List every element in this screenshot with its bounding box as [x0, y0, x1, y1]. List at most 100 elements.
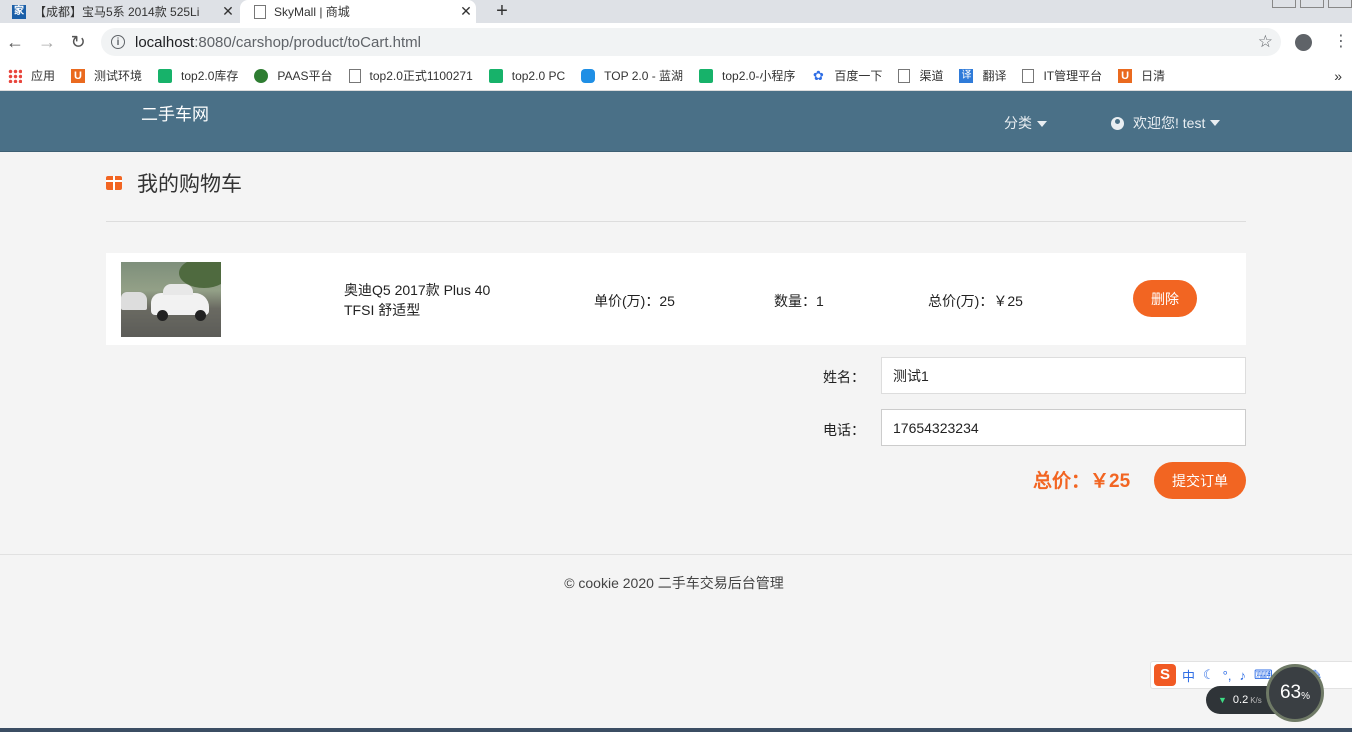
bookmark-item[interactable]: 渠道	[898, 67, 943, 84]
forward-arrow-icon[interactable]: →	[37, 32, 57, 52]
cpu-value: 63	[1279, 682, 1302, 703]
bookmark-item[interactable]: IT管理平台	[1022, 67, 1102, 84]
bookmark-item[interactable]: top2.0正式1100271	[348, 67, 473, 84]
new-tab-button[interactable]: +	[492, 0, 512, 23]
close-icon[interactable]: ✕	[218, 3, 238, 20]
sogou-logo-icon[interactable]: S	[1154, 664, 1176, 686]
maximize-icon[interactable]	[1300, 0, 1324, 8]
close-icon[interactable]: ✕	[456, 3, 476, 20]
doc-icon	[348, 68, 361, 83]
bookmark-item[interactable]: 译翻译	[959, 67, 1006, 84]
caret-down-icon	[1037, 121, 1047, 128]
bookmark-label: IT管理平台	[1043, 69, 1103, 83]
page-heading: 我的购物车	[106, 168, 242, 198]
nav-user-dropdown[interactable]: 欢迎您! test	[1111, 113, 1221, 133]
punctuation-icon[interactable]: °,	[1223, 668, 1232, 683]
browser-tabstrip: 家 【成都】宝马5系 2014款 525Li ✕ SkyMall | 商城 ✕ …	[0, 0, 1352, 23]
url-host: localhost	[135, 33, 195, 51]
caret-down-icon	[1210, 120, 1221, 126]
phone-field[interactable]	[881, 409, 1246, 446]
submit-order-button[interactable]: 提交订单	[1154, 462, 1246, 499]
url-path: :8080/carshop/product/toCart.html	[194, 33, 421, 51]
cart-item-row: 奥迪Q5 2017款 Plus 40 TFSI 舒适型 单价(万)：25 数量：…	[106, 253, 1246, 345]
bookmark-item[interactable]: top2.0-小程序	[699, 67, 795, 84]
browser-tab-active[interactable]: SkyMall | 商城 ✕	[240, 0, 476, 23]
bookmark-label: top2.0-小程序	[722, 69, 796, 83]
page-title: 我的购物车	[137, 173, 242, 196]
gift-icon	[106, 176, 122, 190]
paw-icon: ✿	[812, 67, 824, 83]
fish-icon	[581, 68, 596, 83]
close-window-icon[interactable]	[1328, 0, 1352, 8]
page-favicon-icon	[254, 4, 266, 19]
translate-icon: 译	[959, 68, 974, 83]
nav-category-label: 分类	[1004, 115, 1032, 131]
bookmark-label: top2.0 PC	[511, 68, 566, 83]
bookmark-item[interactable]: TOP 2.0 - 蓝湖	[581, 67, 683, 84]
home-favicon-icon: 家	[12, 4, 26, 19]
bookmark-label: TOP 2.0 - 蓝湖	[604, 69, 684, 83]
ime-language[interactable]: 中	[1182, 666, 1195, 685]
site-brand[interactable]: 二手车网	[141, 100, 209, 125]
bookmark-label: 应用	[31, 69, 56, 83]
name-field[interactable]	[881, 357, 1246, 394]
bookmark-item[interactable]: PAAS平台	[254, 67, 333, 84]
bookmark-item[interactable]: U 日清	[1118, 67, 1165, 84]
apps-icon	[8, 68, 22, 83]
nav-user-label: 欢迎您! test	[1133, 115, 1206, 131]
bookmark-label: 测试环境	[94, 69, 143, 83]
site-header: 二手车网 分类 欢迎您! test	[0, 91, 1352, 152]
minimize-icon[interactable]	[1272, 0, 1296, 8]
browser-tab[interactable]: 家 【成都】宝马5系 2014款 525Li ✕	[0, 0, 238, 23]
menu-dots-icon[interactable]: ⋮	[1333, 32, 1349, 52]
unit-price: 单价(万)：25	[594, 293, 675, 309]
browser-toolbar: ← → ↻ i localhost:8080/carshop/product/t…	[0, 23, 1352, 61]
globe-icon	[254, 68, 269, 83]
bookmark-label: 翻译	[982, 69, 1007, 83]
tab-title: 【成都】宝马5系 2014款 525Li	[34, 5, 200, 19]
taskbar	[0, 728, 1352, 732]
nav-category-dropdown[interactable]: 分类	[1004, 113, 1047, 133]
url-text[interactable]: localhost:8080/carshop/product/toCart.ht…	[135, 34, 421, 51]
user-circle-icon	[1111, 116, 1124, 130]
info-icon[interactable]: i	[111, 35, 125, 49]
star-icon[interactable]: ☆	[1258, 32, 1273, 52]
chevron-right-icon[interactable]: »	[1334, 68, 1342, 84]
play-icon	[699, 68, 714, 83]
address-bar[interactable]: i localhost:8080/carshop/product/toCart.…	[101, 28, 1281, 56]
doc-icon	[1022, 68, 1035, 83]
cpu-unit: %	[1301, 690, 1311, 702]
bookmark-apps[interactable]: 应用	[8, 67, 55, 84]
window-controls	[1268, 0, 1352, 8]
name-label: 姓名：	[823, 369, 865, 385]
profile-icon[interactable]	[1295, 34, 1312, 51]
footer-text: © cookie 2020 二手车交易后台管理	[564, 575, 784, 591]
divider	[106, 221, 1246, 222]
phone-label: 电话：	[823, 422, 865, 438]
bookmark-item[interactable]: ✿ 百度一下	[811, 67, 882, 84]
quantity: 数量：1	[774, 293, 824, 309]
bookmark-label: top2.0库存	[181, 69, 239, 83]
bookmark-item[interactable]: top2.0 PC	[488, 68, 566, 83]
play-icon	[488, 68, 503, 83]
bookmark-label: 渠道	[919, 69, 944, 83]
doc-icon	[898, 68, 911, 83]
tab-title: SkyMall | 商城	[274, 5, 350, 19]
cpu-usage-ball[interactable]: 63%	[1266, 664, 1324, 722]
play-icon	[158, 68, 173, 83]
bookmark-item[interactable]: top2.0库存	[158, 67, 238, 84]
delete-button[interactable]: 删除	[1133, 280, 1197, 317]
network-speed: 0.2	[1232, 694, 1249, 706]
product-image[interactable]	[121, 262, 221, 337]
bookmark-item[interactable]: U 测试环境	[71, 67, 142, 84]
item-total: 总价(万)：￥25	[928, 293, 1023, 309]
back-arrow-icon[interactable]: ←	[5, 32, 25, 52]
moon-icon[interactable]: ☾	[1203, 667, 1215, 683]
bookmarks-bar: 应用 U 测试环境 top2.0库存 PAAS平台 top2.0正式1100271…	[0, 61, 1352, 91]
microphone-icon[interactable]: ♪	[1239, 668, 1246, 683]
bookmark-label: 日清	[1141, 69, 1166, 83]
product-name[interactable]: 奥迪Q5 2017款 Plus 40 TFSI 舒适型	[344, 280, 504, 320]
reload-icon[interactable]: ↻	[68, 32, 88, 52]
bookmark-label: PAAS平台	[277, 69, 333, 83]
footer-divider	[0, 554, 1352, 555]
